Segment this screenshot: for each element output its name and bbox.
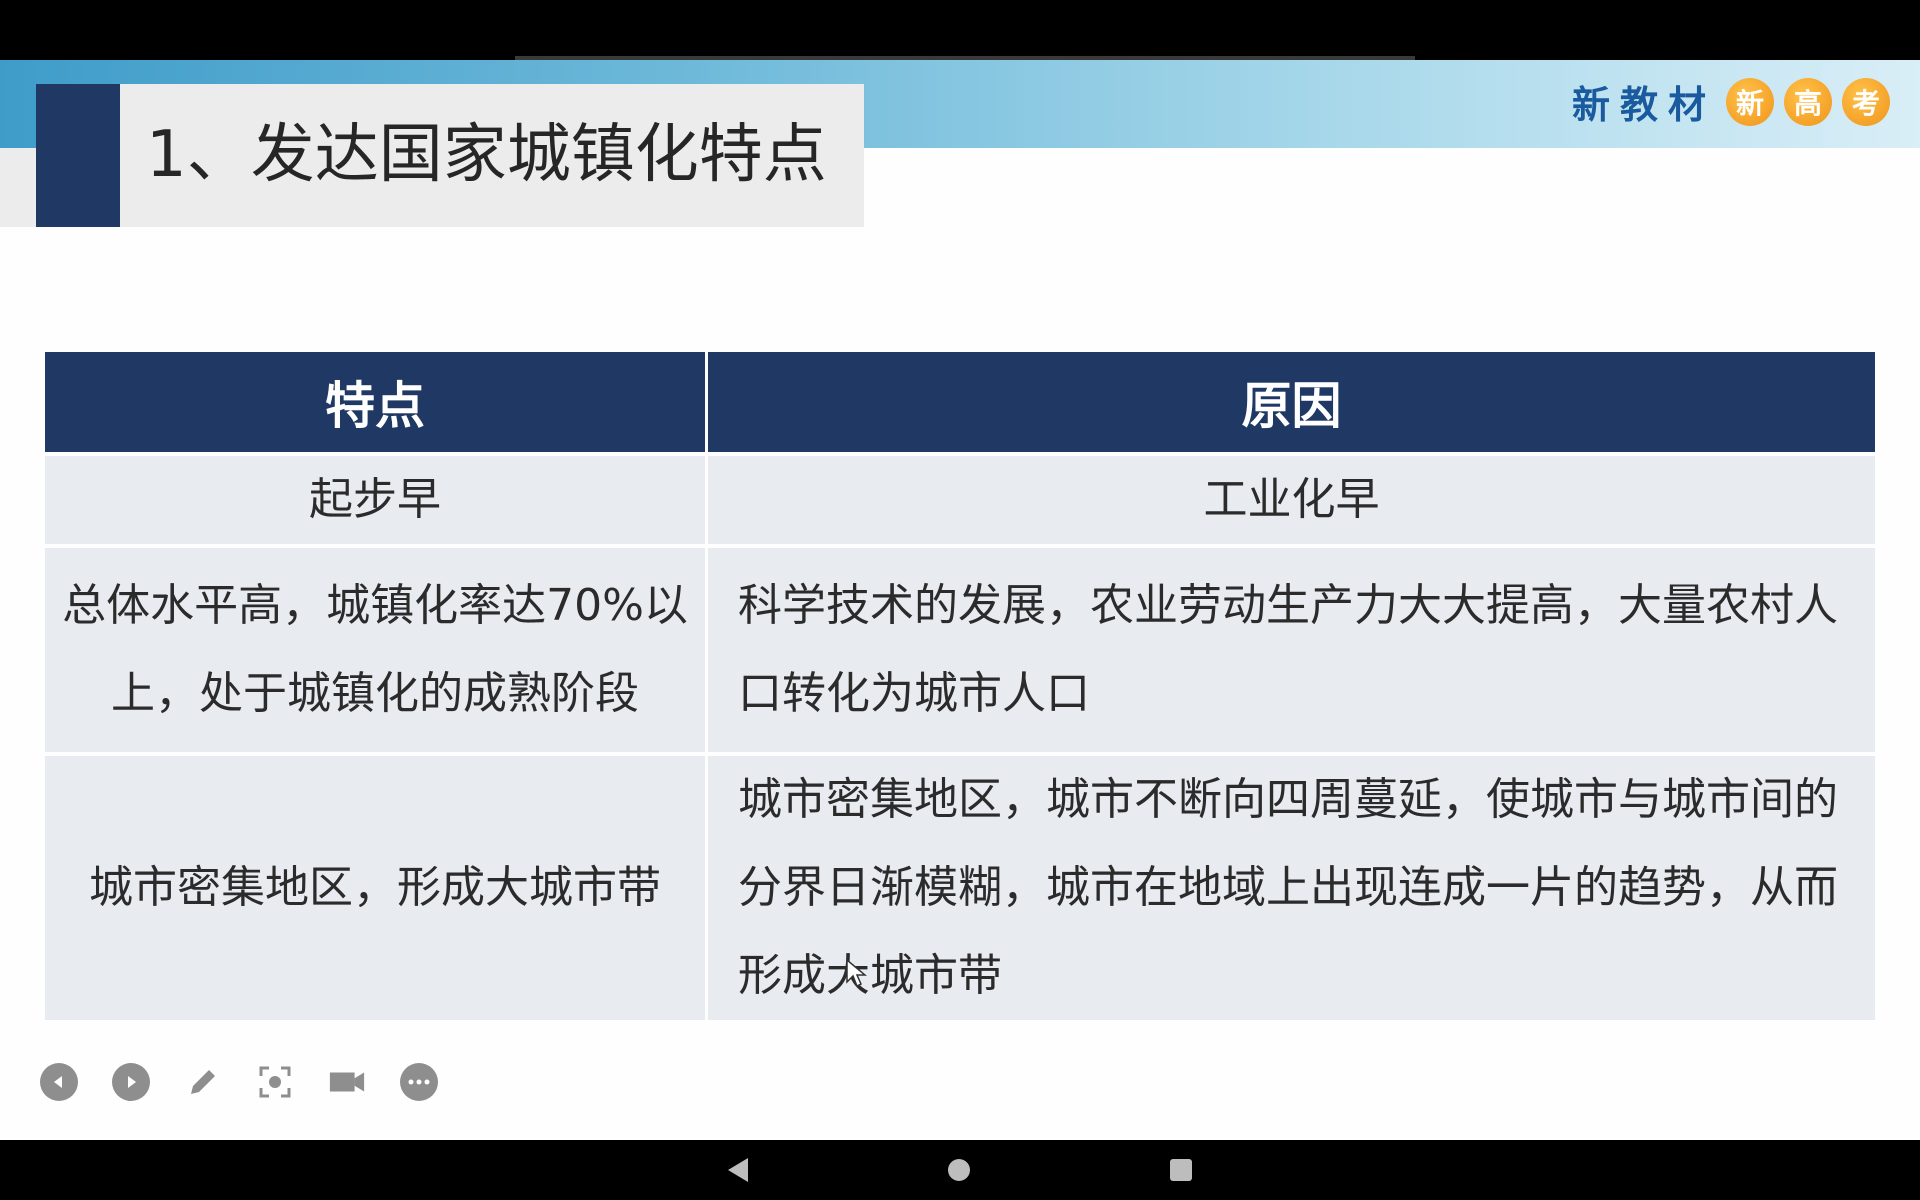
title-accent-bar	[36, 84, 120, 227]
table-row: 总体水平高，城镇化率达70%以上，处于城镇化的成熟阶段 科学技术的发展，农业劳动…	[45, 548, 1875, 752]
slide-toolbar	[40, 1063, 438, 1101]
brand-logo: 新教材 新 高 考	[1572, 74, 1890, 129]
pen-icon[interactable]	[184, 1063, 222, 1101]
reason-cell: 科学技术的发展，农业劳动生产力大大提高，大量农村人口转化为城市人口	[708, 548, 1875, 752]
header-reasons: 原因	[708, 352, 1875, 452]
top-status-bar	[0, 0, 1920, 60]
reason-cell: 城市密集地区，城市不断向四周蔓延，使城市与城市间的分界日渐模糊，城市在地域上出现…	[708, 756, 1875, 1020]
title-box: 1、发达国家城镇化特点	[36, 84, 864, 227]
recent-apps-icon[interactable]	[1170, 1159, 1192, 1181]
brand-text: 新教材	[1571, 83, 1716, 127]
header-features: 特点	[45, 352, 705, 452]
reason-cell: 工业化早	[708, 456, 1875, 544]
back-icon[interactable]	[728, 1158, 748, 1182]
brand-circle-3: 考	[1842, 77, 1890, 126]
feature-cell: 城市密集地区，形成大城市带	[45, 756, 705, 1020]
feature-cell: 总体水平高，城镇化率达70%以上，处于城镇化的成熟阶段	[45, 548, 705, 752]
presentation-slide: 新教材 新 高 考 1、发达国家城镇化特点 特点 原因 起步早 工业化早 总体水…	[0, 60, 1920, 1140]
next-slide-icon[interactable]	[112, 1063, 150, 1101]
features-table: 特点 原因 起步早 工业化早 总体水平高，城镇化率达70%以上，处于城镇化的成熟…	[42, 348, 1878, 1024]
feature-cell: 起步早	[45, 456, 705, 544]
brand-circle-1: 新	[1726, 77, 1774, 126]
table-header-row: 特点 原因	[45, 352, 1875, 452]
android-nav-bar	[0, 1140, 1920, 1200]
table-row: 城市密集地区，形成大城市带 城市密集地区，城市不断向四周蔓延，使城市与城市间的分…	[45, 756, 1875, 1020]
slide-title: 1、发达国家城镇化特点	[146, 118, 827, 192]
screenshot-icon[interactable]	[256, 1063, 294, 1101]
brand-circle-2: 高	[1784, 77, 1832, 126]
title-left-strip	[0, 148, 36, 227]
more-icon[interactable]	[400, 1063, 438, 1101]
prev-slide-icon[interactable]	[40, 1063, 78, 1101]
mouse-cursor-icon	[846, 958, 867, 988]
table-row: 起步早 工业化早	[45, 456, 1875, 544]
home-icon[interactable]	[948, 1159, 970, 1181]
camera-icon[interactable]	[328, 1063, 366, 1101]
